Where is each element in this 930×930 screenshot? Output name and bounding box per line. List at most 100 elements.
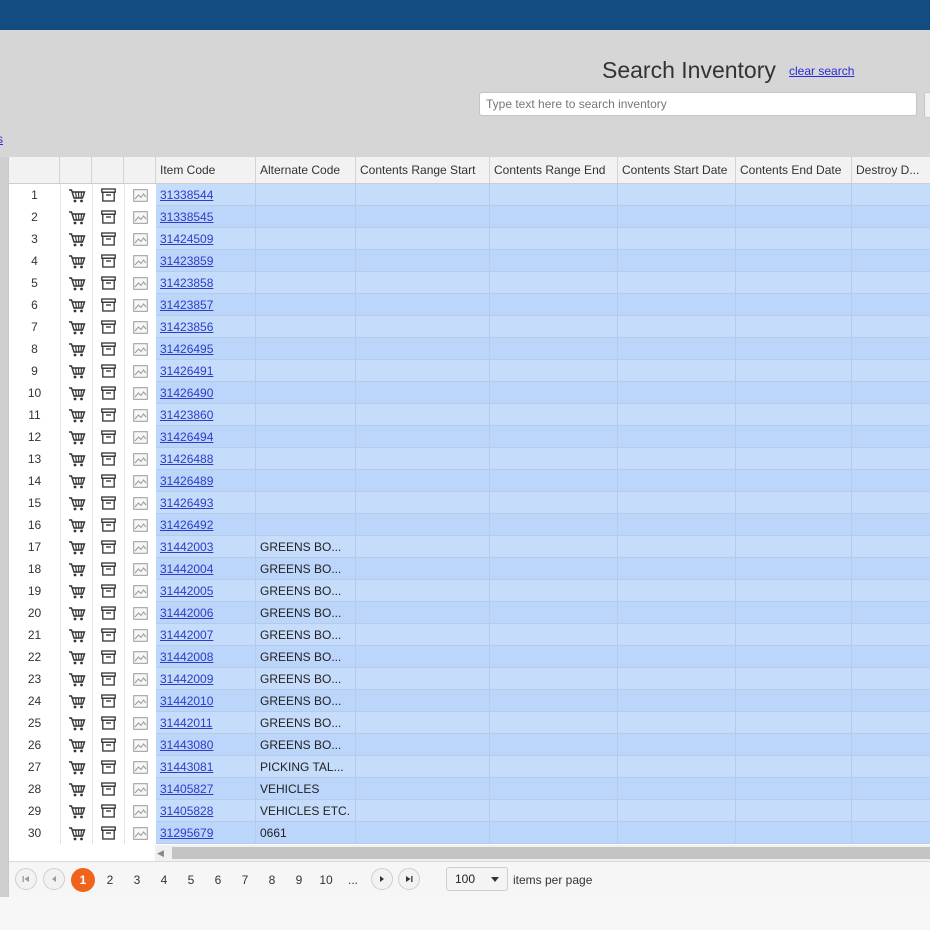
add-to-cart-button[interactable]: [60, 382, 92, 404]
item-code-link[interactable]: 31338544: [160, 188, 213, 202]
add-to-cart-button[interactable]: [60, 184, 92, 206]
first-page-button[interactable]: [15, 868, 37, 890]
page-4[interactable]: 4: [152, 868, 176, 892]
view-image-button[interactable]: [124, 184, 156, 206]
archive-box-button[interactable]: [92, 602, 124, 624]
page-8[interactable]: 8: [260, 868, 284, 892]
add-to-cart-button[interactable]: [60, 316, 92, 338]
view-image-button[interactable]: [124, 294, 156, 316]
add-to-cart-button[interactable]: [60, 470, 92, 492]
item-code-link[interactable]: 31442008: [160, 650, 213, 664]
view-image-button[interactable]: [124, 536, 156, 558]
archive-box-button[interactable]: [92, 800, 124, 822]
item-code-link[interactable]: 31426489: [160, 474, 213, 488]
view-image-button[interactable]: [124, 470, 156, 492]
archive-box-button[interactable]: [92, 184, 124, 206]
view-image-button[interactable]: [124, 580, 156, 602]
view-image-button[interactable]: [124, 382, 156, 404]
archive-box-button[interactable]: [92, 558, 124, 580]
left-link[interactable]: s: [0, 132, 3, 146]
item-code-link[interactable]: 31442009: [160, 672, 213, 686]
archive-box-button[interactable]: [92, 734, 124, 756]
item-code-link[interactable]: 31423856: [160, 320, 213, 334]
view-image-button[interactable]: [124, 404, 156, 426]
view-image-button[interactable]: [124, 690, 156, 712]
archive-box-button[interactable]: [92, 492, 124, 514]
add-to-cart-button[interactable]: [60, 822, 92, 844]
add-to-cart-button[interactable]: [60, 448, 92, 470]
view-image-button[interactable]: [124, 646, 156, 668]
add-to-cart-button[interactable]: [60, 492, 92, 514]
archive-box-button[interactable]: [92, 536, 124, 558]
view-image-button[interactable]: [124, 228, 156, 250]
view-image-button[interactable]: [124, 558, 156, 580]
item-code-link[interactable]: 31426493: [160, 496, 213, 510]
archive-box-button[interactable]: [92, 338, 124, 360]
archive-box-button[interactable]: [92, 470, 124, 492]
add-to-cart-button[interactable]: [60, 646, 92, 668]
view-image-button[interactable]: [124, 338, 156, 360]
add-to-cart-button[interactable]: [60, 360, 92, 382]
archive-box-button[interactable]: [92, 426, 124, 448]
add-to-cart-button[interactable]: [60, 206, 92, 228]
view-image-button[interactable]: [124, 272, 156, 294]
item-code-link[interactable]: 31405827: [160, 782, 213, 796]
page-more[interactable]: ...: [341, 868, 365, 892]
item-code-link[interactable]: 31442006: [160, 606, 213, 620]
horizontal-scrollbar[interactable]: ◀: [155, 845, 930, 861]
view-image-button[interactable]: [124, 822, 156, 844]
prev-page-button[interactable]: [43, 868, 65, 890]
page-5[interactable]: 5: [179, 868, 203, 892]
add-to-cart-button[interactable]: [60, 338, 92, 360]
view-image-button[interactable]: [124, 734, 156, 756]
col-item-code[interactable]: Item Code: [156, 157, 256, 183]
view-image-button[interactable]: [124, 624, 156, 646]
archive-box-button[interactable]: [92, 580, 124, 602]
view-image-button[interactable]: [124, 756, 156, 778]
item-code-link[interactable]: 31442010: [160, 694, 213, 708]
archive-box-button[interactable]: [92, 514, 124, 536]
item-code-link[interactable]: 31442007: [160, 628, 213, 642]
add-to-cart-button[interactable]: [60, 602, 92, 624]
page-3[interactable]: 3: [125, 868, 149, 892]
archive-box-button[interactable]: [92, 206, 124, 228]
item-code-link[interactable]: 31338545: [160, 210, 213, 224]
col-contents-range-end[interactable]: Contents Range End: [490, 157, 618, 183]
archive-box-button[interactable]: [92, 250, 124, 272]
archive-box-button[interactable]: [92, 382, 124, 404]
page-7[interactable]: 7: [233, 868, 257, 892]
item-code-link[interactable]: 31443080: [160, 738, 213, 752]
archive-box-button[interactable]: [92, 668, 124, 690]
add-to-cart-button[interactable]: [60, 712, 92, 734]
item-code-link[interactable]: 31426495: [160, 342, 213, 356]
add-to-cart-button[interactable]: [60, 624, 92, 646]
archive-box-button[interactable]: [92, 448, 124, 470]
col-destroy-date[interactable]: Destroy D...: [852, 157, 930, 183]
next-page-button[interactable]: [371, 868, 393, 890]
archive-box-button[interactable]: [92, 822, 124, 844]
add-to-cart-button[interactable]: [60, 778, 92, 800]
page-6[interactable]: 6: [206, 868, 230, 892]
add-to-cart-button[interactable]: [60, 756, 92, 778]
add-to-cart-button[interactable]: [60, 426, 92, 448]
item-code-link[interactable]: 31426488: [160, 452, 213, 466]
item-code-link[interactable]: 31423859: [160, 254, 213, 268]
add-to-cart-button[interactable]: [60, 690, 92, 712]
add-to-cart-button[interactable]: [60, 536, 92, 558]
search-button[interactable]: [924, 92, 930, 118]
view-image-button[interactable]: [124, 602, 156, 624]
add-to-cart-button[interactable]: [60, 558, 92, 580]
add-to-cart-button[interactable]: [60, 580, 92, 602]
view-image-button[interactable]: [124, 448, 156, 470]
add-to-cart-button[interactable]: [60, 404, 92, 426]
item-code-link[interactable]: 31426491: [160, 364, 213, 378]
archive-box-button[interactable]: [92, 712, 124, 734]
archive-box-button[interactable]: [92, 690, 124, 712]
col-alternate-code[interactable]: Alternate Code: [256, 157, 356, 183]
item-code-link[interactable]: 31426494: [160, 430, 213, 444]
col-contents-end-date[interactable]: Contents End Date: [736, 157, 852, 183]
view-image-button[interactable]: [124, 206, 156, 228]
add-to-cart-button[interactable]: [60, 734, 92, 756]
add-to-cart-button[interactable]: [60, 250, 92, 272]
add-to-cart-button[interactable]: [60, 294, 92, 316]
